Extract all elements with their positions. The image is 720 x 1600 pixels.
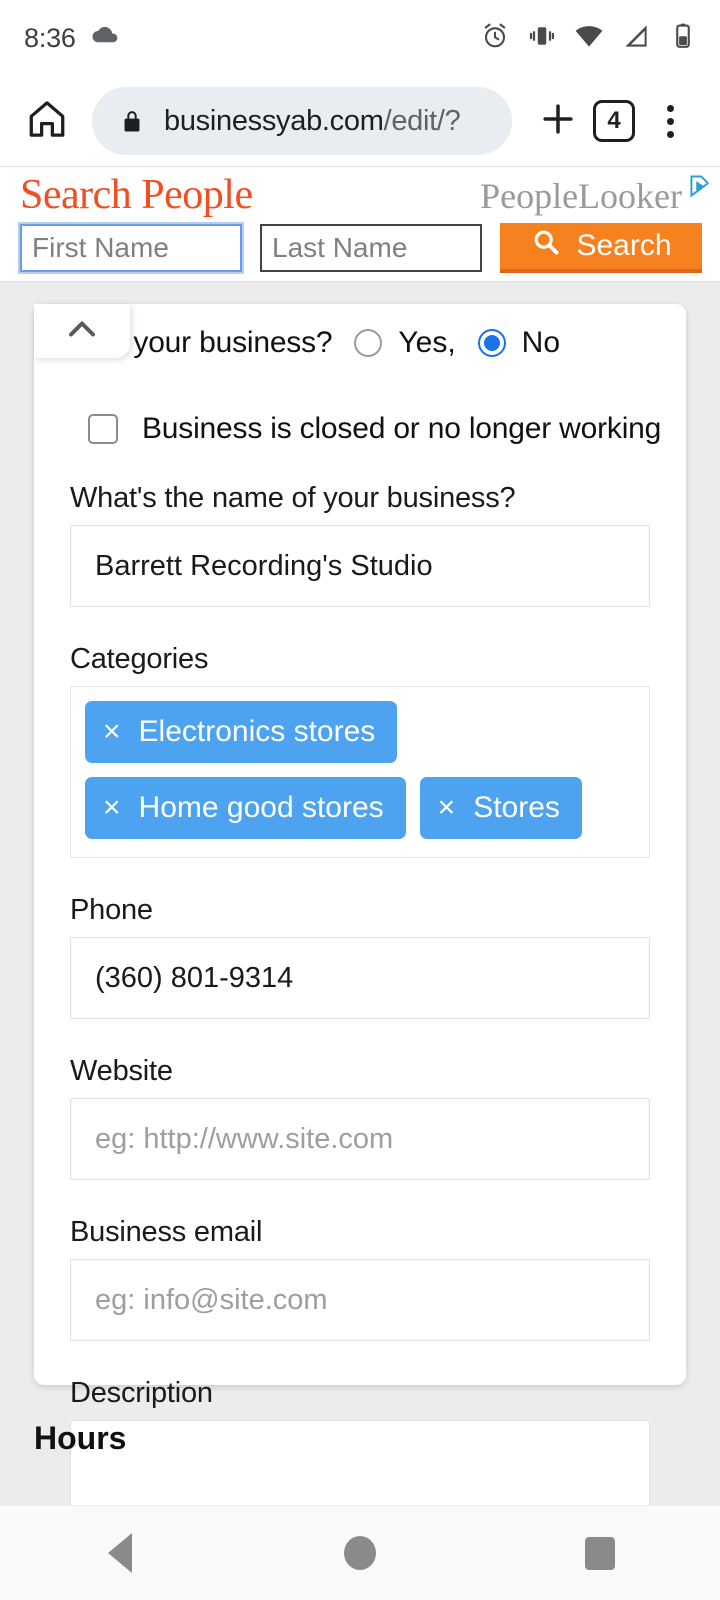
url-text: businessyab.com/edit/? — [164, 104, 461, 138]
email-field: Business email eg: info@site.com — [52, 1180, 668, 1341]
description-label: Description — [70, 1377, 213, 1409]
tab-count-badge: 4 — [593, 100, 635, 142]
hours-heading: Hours — [34, 1420, 127, 1456]
radio-yes-label: Yes, — [398, 326, 456, 359]
status-bar: 8:36 — [0, 0, 720, 76]
status-bar-left: 8:36 — [24, 21, 120, 56]
categories-chip-container[interactable]: × Electronics stores × Home good stores × S… — [70, 686, 650, 858]
url-path: /edit/? — [383, 104, 461, 137]
battery-icon — [668, 21, 698, 56]
category-chip-label: Electronics stores — [138, 715, 376, 748]
business-edit-card: is your business? Yes, No Business is cl… — [34, 304, 686, 1505]
close-icon[interactable]: × — [103, 717, 121, 747]
phone-field: Phone (360) 801-9314 — [52, 858, 668, 1019]
business-closed-label: Business is closed or no longer working — [142, 412, 662, 445]
ad-first-name-input[interactable]: First Name — [20, 224, 242, 272]
website-input[interactable]: eg: http://www.site.com — [70, 1098, 650, 1180]
ownership-question-row: is your business? Yes, No — [52, 304, 668, 360]
lock-icon — [118, 107, 146, 135]
tab-switcher-button[interactable]: 4 — [586, 93, 642, 149]
radio-yes[interactable] — [354, 329, 383, 357]
vibrate-icon — [527, 21, 557, 56]
website-field: Website eg: http://www.site.com — [52, 1019, 668, 1180]
magnifier-icon — [530, 226, 562, 266]
overflow-menu-icon — [666, 104, 674, 138]
web-page-viewport: is your business? Yes, No Business is cl… — [0, 282, 720, 1505]
ad-header-row: Search People PeopleLooker — [0, 171, 720, 221]
collapse-section-button[interactable] — [34, 304, 130, 358]
cloud-icon — [90, 21, 120, 56]
recents-square-icon — [585, 1536, 615, 1570]
phone-label: Phone — [70, 894, 153, 926]
email-input[interactable]: eg: info@site.com — [70, 1259, 650, 1341]
ad-banner[interactable]: Search People PeopleLooker First Name La… — [0, 166, 720, 282]
nav-home-button[interactable] — [300, 1506, 420, 1600]
category-chip[interactable]: × Home good stores — [85, 777, 406, 839]
business-name-input[interactable]: Barrett Recording's Studio — [70, 525, 650, 607]
new-tab-button[interactable] — [530, 93, 586, 149]
business-name-label: What's the name of your business? — [70, 482, 516, 514]
business-name-field: What's the name of your business? Barret… — [52, 446, 668, 607]
phone-screen: 8:36 businessyab.com/edit/? 4 Search Peo… — [0, 0, 720, 1600]
url-bar[interactable]: businessyab.com/edit/? — [92, 87, 512, 155]
home-circle-icon — [344, 1536, 376, 1570]
ad-last-name-input[interactable]: Last Name — [260, 224, 482, 272]
ad-search-button[interactable]: Search — [500, 223, 702, 273]
description-field: Description — [52, 1341, 668, 1505]
ad-search-label: Search — [576, 229, 672, 262]
radio-no-label: No — [521, 326, 561, 359]
close-icon[interactable]: × — [438, 793, 456, 823]
email-label: Business email — [70, 1216, 263, 1248]
home-icon — [24, 96, 70, 147]
chevron-up-icon — [60, 307, 104, 356]
business-closed-checkbox[interactable] — [88, 414, 118, 444]
close-icon[interactable]: × — [103, 793, 121, 823]
browser-toolbar: businessyab.com/edit/? 4 — [0, 76, 720, 166]
category-chip-label: Home good stores — [138, 791, 384, 824]
url-domain: businessyab.com — [164, 104, 384, 137]
browser-menu-button[interactable] — [642, 93, 698, 149]
categories-label: Categories — [70, 643, 209, 675]
category-chip[interactable]: × Stores — [419, 777, 582, 839]
business-closed-row[interactable]: Business is closed or no longer working — [52, 360, 668, 446]
radio-no[interactable] — [477, 329, 506, 357]
ownership-question-label: is your business? — [104, 326, 333, 359]
ad-brand: PeopleLooker — [480, 176, 682, 216]
ad-form-row: First Name Last Name Search — [0, 221, 720, 273]
website-label: Website — [70, 1055, 173, 1087]
category-chip-label: Stores — [473, 791, 560, 824]
categories-field: Categories × Electronics stores × Home goo… — [52, 607, 668, 858]
android-nav-bar — [0, 1505, 720, 1600]
wifi-icon — [574, 21, 604, 56]
alarm-icon — [480, 21, 510, 56]
nav-back-button[interactable] — [60, 1506, 180, 1600]
adchoices-icon[interactable] — [686, 173, 712, 199]
home-button[interactable] — [20, 94, 74, 148]
nav-recents-button[interactable] — [540, 1506, 660, 1600]
phone-input[interactable]: (360) 801-9314 — [70, 937, 650, 1019]
category-chip[interactable]: × Electronics stores — [85, 701, 398, 763]
status-bar-right — [480, 21, 698, 56]
status-time: 8:36 — [24, 22, 76, 53]
plus-icon — [536, 97, 580, 146]
signal-icon — [621, 21, 651, 56]
back-triangle-icon — [108, 1533, 132, 1573]
description-textarea[interactable] — [70, 1420, 650, 1505]
ad-headline: Search People — [20, 172, 253, 218]
